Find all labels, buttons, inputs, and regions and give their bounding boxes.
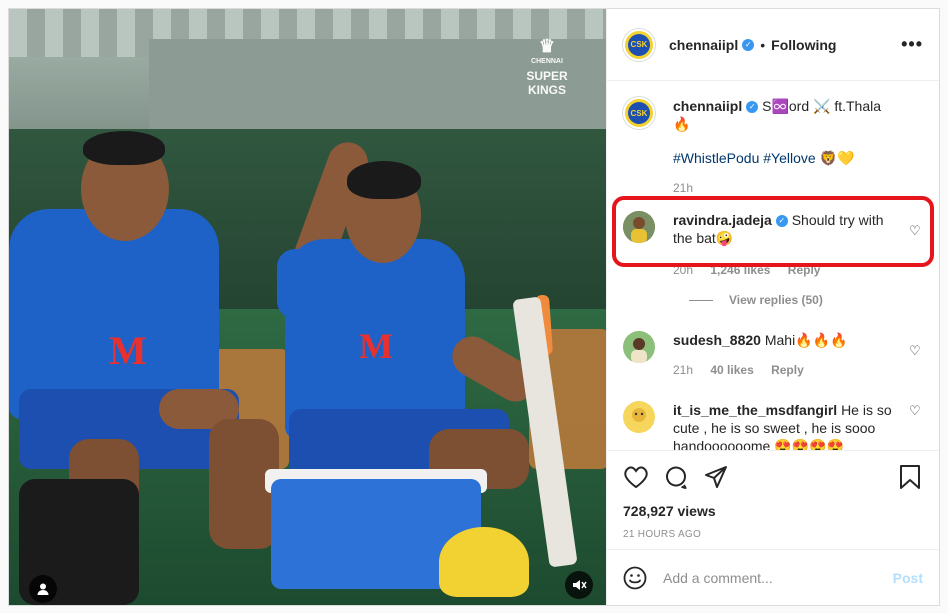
view-count[interactable]: 728,927 views xyxy=(623,503,923,519)
comment-time[interactable]: 21h xyxy=(673,363,693,377)
separator-dot: • xyxy=(760,36,766,53)
helmet xyxy=(439,527,529,597)
comment-text: Mahi🔥🔥🔥 xyxy=(764,332,848,348)
comment-username[interactable]: sudesh_8820 xyxy=(673,332,761,348)
comment-likes[interactable]: 40 likes xyxy=(710,363,753,377)
caption-username[interactable]: chennaiipl xyxy=(673,98,742,114)
comment-input[interactable] xyxy=(663,569,893,586)
post-video[interactable]: M M ♛ CHENNAI SUPER KINGS xyxy=(9,9,606,605)
post-header: CSK chennaiipl ✓ • Following ••• xyxy=(607,9,939,81)
avatar[interactable]: CSK xyxy=(623,28,655,61)
post-side-panel: CSK chennaiipl ✓ • Following ••• CSK che… xyxy=(606,9,939,605)
caption-time[interactable]: 21h xyxy=(673,179,899,197)
comment-icon[interactable] xyxy=(663,464,689,490)
caption-hashtags[interactable]: #WhistlePodu #Yellove 🦁💛 xyxy=(673,149,899,167)
add-comment-bar: Post xyxy=(607,549,939,605)
comment-username[interactable]: it_is_me_the_msdfangirl xyxy=(673,402,837,418)
heart-icon[interactable]: ♡ xyxy=(909,403,923,418)
view-replies-button[interactable]: View replies (50) xyxy=(689,293,923,307)
csk-watermark-logo: ♛ CHENNAI SUPER KINGS xyxy=(512,36,582,97)
like-heart-icon[interactable] xyxy=(623,464,649,490)
verified-icon: ✓ xyxy=(746,101,759,114)
divider xyxy=(689,299,713,301)
reply-button[interactable]: Reply xyxy=(771,363,804,377)
avatar[interactable]: CSK xyxy=(623,97,655,129)
verified-icon: ✓ xyxy=(742,38,755,51)
highlight-annotation xyxy=(612,196,934,267)
tagged-users-icon[interactable] xyxy=(29,575,57,603)
following-button[interactable]: Following xyxy=(771,37,836,53)
post-button[interactable]: Post xyxy=(893,570,923,586)
emoji-icon[interactable] xyxy=(623,566,647,590)
post-dialog: M M ♛ CHENNAI SUPER KINGS CSK chennaiipl… xyxy=(8,8,940,606)
csk-logo-icon: CSK xyxy=(628,33,650,56)
post-actions: 728,927 views 21 HOURS AGO Post xyxy=(607,450,939,605)
share-icon[interactable] xyxy=(703,464,729,490)
header-username[interactable]: chennaiipl xyxy=(669,37,738,53)
avatar[interactable] xyxy=(623,401,655,433)
csk-logo-icon: CSK xyxy=(628,102,650,124)
more-options-icon[interactable]: ••• xyxy=(901,34,923,55)
list-item: sudesh_8820 Mahi🔥🔥🔥 21h 40 likes Reply ♡ xyxy=(623,331,923,379)
mute-icon[interactable] xyxy=(565,571,593,599)
view-replies-label: View replies (50) xyxy=(729,293,823,307)
caption: CSK chennaiipl ✓ S♾️ord ⚔️ ft.Thala 🔥 #Wh… xyxy=(623,97,923,197)
bookmark-icon[interactable] xyxy=(897,464,923,490)
list-item: it_is_me_the_msdfangirl He is so cute , … xyxy=(623,401,923,450)
heart-icon[interactable]: ♡ xyxy=(909,343,923,358)
post-timestamp[interactable]: 21 HOURS AGO xyxy=(623,529,923,540)
lion-icon: ♛ xyxy=(538,36,556,56)
avatar[interactable] xyxy=(623,331,655,363)
